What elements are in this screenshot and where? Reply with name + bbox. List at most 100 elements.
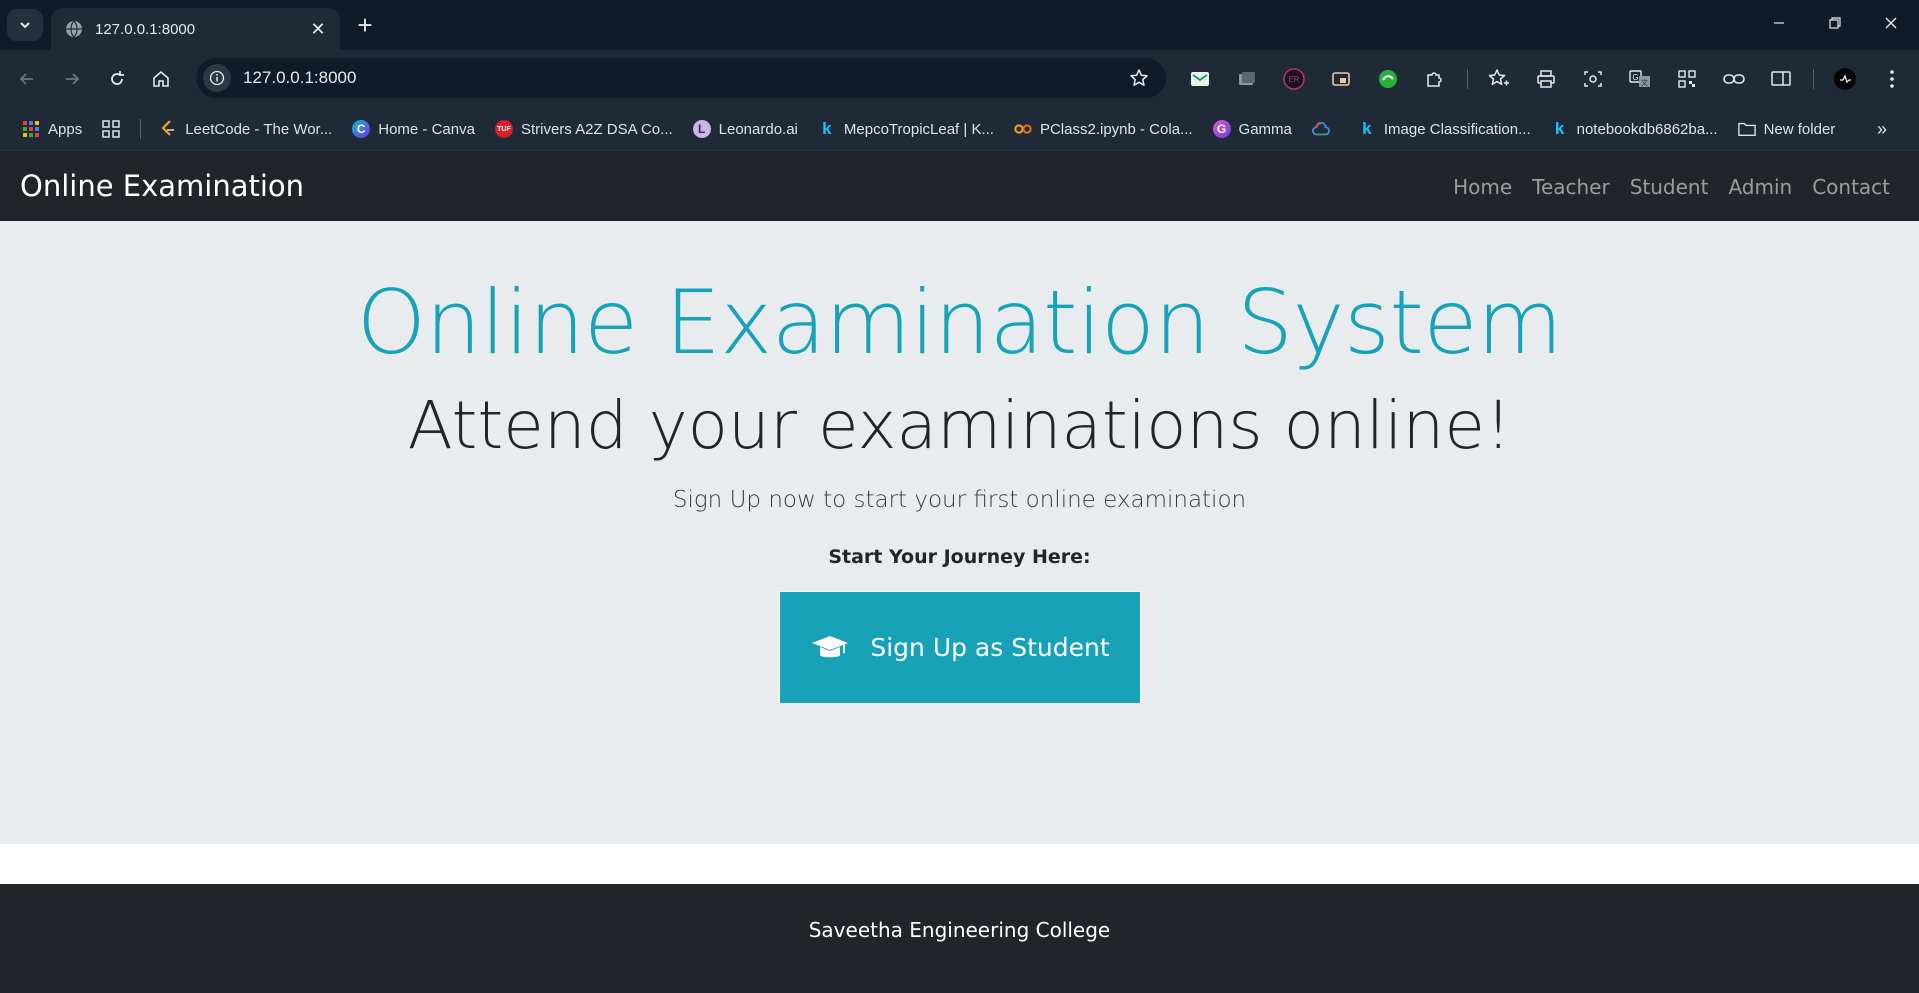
hero-lead: Sign Up now to start your first online e… bbox=[672, 487, 1247, 513]
bookmark-label: Strivers A2Z DSA Co... bbox=[520, 120, 673, 138]
qr-code-icon[interactable] bbox=[1672, 64, 1702, 94]
signup-student-button[interactable]: Sign Up as Student bbox=[779, 591, 1141, 704]
bookmark-label: New folder bbox=[1763, 120, 1836, 138]
hero-title: Online Examination System bbox=[356, 271, 1563, 374]
green-extension-icon[interactable] bbox=[1373, 64, 1403, 94]
leetcode-icon bbox=[159, 120, 177, 138]
tab-search-button[interactable] bbox=[7, 9, 43, 41]
site-footer: Saveetha Engineering College bbox=[0, 884, 1919, 993]
bookmark-strivers[interactable]: TUF Strivers A2Z DSA Co... bbox=[494, 120, 673, 138]
site-navbar: Online Examination Home Teacher Student … bbox=[0, 150, 1919, 221]
browser-tab[interactable]: 127.0.0.1:8000 ✕ bbox=[51, 8, 340, 50]
screen-extension-icon[interactable] bbox=[1326, 64, 1356, 94]
kaggle-icon: k bbox=[1554, 119, 1565, 138]
bookmarks-bar: Apps LeetCode - The Wor... C Home - Canv… bbox=[0, 108, 1919, 150]
minimize-button[interactable] bbox=[1751, 0, 1807, 46]
bookmark-colab[interactable]: PClass2.ipynb - Cola... bbox=[1014, 120, 1193, 138]
folder-icon bbox=[1737, 120, 1756, 138]
home-button[interactable] bbox=[146, 64, 176, 94]
bookmark-leonardo[interactable]: L Leonardo.ai bbox=[692, 120, 798, 138]
nav-link-teacher[interactable]: Teacher bbox=[1532, 175, 1610, 199]
tab-groups-extension-icon[interactable] bbox=[1232, 64, 1262, 94]
gamma-icon: G bbox=[1212, 120, 1231, 138]
print-icon[interactable] bbox=[1531, 64, 1561, 94]
browser-toolbar: 127.0.0.1:8000 ER G文 bbox=[0, 50, 1919, 108]
bookmark-new-folder[interactable]: New folder bbox=[1737, 120, 1836, 138]
signup-button-label: Sign Up as Student bbox=[870, 633, 1110, 662]
bookmark-divider bbox=[140, 119, 142, 139]
svg-text:G: G bbox=[1632, 73, 1638, 82]
site-info-icon[interactable] bbox=[203, 64, 231, 92]
hero-subtitle: Attend your examinations online! bbox=[407, 387, 1512, 464]
svg-text:文: 文 bbox=[1641, 78, 1648, 87]
bookmarks-overflow-icon[interactable]: » bbox=[1877, 119, 1887, 140]
bookmark-cloud[interactable] bbox=[1311, 120, 1338, 138]
back-button[interactable] bbox=[12, 64, 42, 94]
toolbar-divider bbox=[1467, 69, 1468, 89]
globe-icon bbox=[65, 20, 83, 38]
navbar-brand[interactable]: Online Examination bbox=[20, 169, 304, 203]
reading-mode-icon[interactable] bbox=[1766, 64, 1796, 94]
toolbar-divider bbox=[1813, 69, 1814, 89]
bookmark-label: Gamma bbox=[1238, 120, 1292, 138]
graduation-cap-icon bbox=[810, 633, 850, 663]
screenshot-icon[interactable] bbox=[1578, 64, 1608, 94]
bookmark-label: Image Classification... bbox=[1383, 120, 1531, 138]
chevron-down-icon bbox=[20, 22, 30, 29]
bookmark-gamma[interactable]: G Gamma bbox=[1212, 120, 1292, 138]
grid-icon bbox=[102, 120, 120, 138]
bookmark-label: MepcoTropicLeaf | K... bbox=[843, 120, 994, 138]
more-menu-icon[interactable] bbox=[1877, 64, 1907, 94]
url-text[interactable]: 127.0.0.1:8000 bbox=[243, 68, 1124, 88]
footer-text: Saveetha Engineering College bbox=[808, 918, 1111, 942]
bookmark-notebook[interactable]: k notebookdb6862ba... bbox=[1551, 119, 1718, 138]
restore-icon bbox=[1829, 17, 1841, 29]
puzzle-icon[interactable] bbox=[1420, 64, 1450, 94]
bookmark-image-classification[interactable]: k Image Classification... bbox=[1358, 119, 1531, 138]
bookmark-label: Leonardo.ai bbox=[718, 120, 798, 138]
mail-extension-icon[interactable] bbox=[1185, 64, 1215, 94]
close-icon bbox=[1885, 17, 1897, 29]
leonardo-icon: L bbox=[692, 120, 711, 138]
kaggle-icon: k bbox=[1362, 119, 1372, 138]
colab-icon bbox=[1014, 120, 1032, 138]
bookmark-label: notebookdb6862ba... bbox=[1576, 120, 1718, 138]
nav-link-admin[interactable]: Admin bbox=[1728, 175, 1792, 199]
apps-grid-icon bbox=[22, 120, 40, 138]
window-controls bbox=[1751, 0, 1919, 50]
link-icon[interactable] bbox=[1719, 64, 1749, 94]
new-tab-button[interactable]: + bbox=[350, 10, 380, 40]
close-window-button[interactable] bbox=[1863, 0, 1919, 46]
arrow-left-icon bbox=[19, 73, 33, 85]
nav-link-home[interactable]: Home bbox=[1453, 175, 1512, 199]
bookmark-canva[interactable]: C Home - Canva bbox=[352, 120, 475, 138]
kaggle-icon: k bbox=[822, 119, 832, 138]
arrow-right-icon bbox=[66, 73, 80, 85]
canva-icon: C bbox=[352, 120, 371, 138]
journey-label: Start Your Journey Here: bbox=[828, 546, 1091, 568]
tab-strip: 127.0.0.1:8000 ✕ + bbox=[0, 0, 1919, 50]
bookmark-apps[interactable]: Apps bbox=[22, 120, 82, 138]
reload-button[interactable] bbox=[102, 64, 132, 94]
tab-title: 127.0.0.1:8000 bbox=[95, 20, 196, 38]
bookmark-leetcode[interactable]: LeetCode - The Wor... bbox=[159, 120, 332, 138]
er-extension-icon[interactable]: ER bbox=[1279, 64, 1309, 94]
cloud-icon bbox=[1311, 120, 1330, 138]
nav-link-contact[interactable]: Contact bbox=[1812, 175, 1890, 199]
favorites-icon[interactable] bbox=[1484, 64, 1514, 94]
bookmark-label: Apps bbox=[48, 120, 83, 138]
tab-groups-button[interactable] bbox=[102, 120, 120, 138]
forward-button[interactable] bbox=[57, 64, 87, 94]
bookmark-mepco[interactable]: k MepcoTropicLeaf | K... bbox=[818, 119, 994, 138]
address-bar[interactable]: 127.0.0.1:8000 bbox=[196, 58, 1166, 98]
translate-icon[interactable]: G文 bbox=[1625, 64, 1655, 94]
extensions-area: ER G文 bbox=[1185, 64, 1919, 94]
bookmark-star-icon[interactable] bbox=[1124, 63, 1154, 93]
nav-link-student[interactable]: Student bbox=[1630, 175, 1709, 199]
bookmark-label: Home - Canva bbox=[378, 120, 475, 138]
svg-text:ER: ER bbox=[1288, 75, 1299, 84]
close-tab-icon[interactable]: ✕ bbox=[304, 15, 332, 43]
bookmark-label: PClass2.ipynb - Cola... bbox=[1039, 120, 1193, 138]
profile-avatar-icon[interactable] bbox=[1830, 64, 1860, 94]
restore-button[interactable] bbox=[1807, 0, 1863, 46]
